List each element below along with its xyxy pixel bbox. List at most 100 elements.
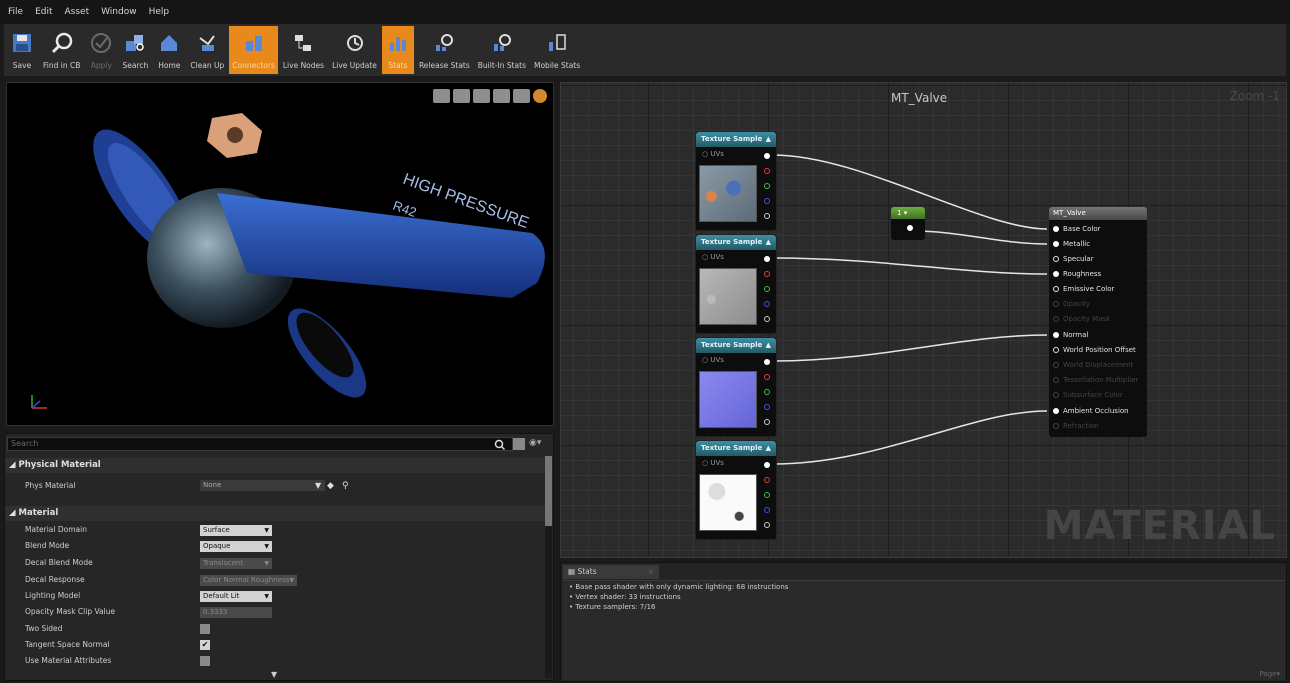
category-material[interactable]: ◢ Material: [5, 506, 545, 521]
a-output-pin[interactable]: [764, 213, 770, 219]
row-label: Decal Response: [25, 575, 85, 584]
input-specular[interactable]: Specular: [1053, 255, 1094, 263]
pin-icon: [1053, 392, 1059, 398]
lighting-model-select[interactable]: Default Lit: [200, 591, 272, 602]
a-output-pin[interactable]: [764, 522, 770, 528]
two-sided-checkbox[interactable]: [200, 624, 210, 634]
stats-tab[interactable]: ▦ Stats ×: [563, 565, 659, 579]
search-button[interactable]: Search: [119, 26, 151, 74]
preview-viewport[interactable]: HIGH PRESSURE R42: [6, 82, 554, 426]
g-output-pin[interactable]: [764, 389, 770, 395]
blend-mode-select[interactable]: Opaque: [200, 541, 272, 552]
cube-icon[interactable]: [493, 89, 510, 103]
input-emissive-color[interactable]: Emissive Color: [1053, 285, 1114, 293]
b-output-pin[interactable]: [764, 301, 770, 307]
texture-sample-node[interactable]: Texture Sample ○ UVs: [695, 131, 777, 231]
pin-icon: [1053, 271, 1059, 277]
clean-up-button[interactable]: Clean Up: [187, 26, 227, 74]
dropdown-arrow-icon[interactable]: ▼: [315, 475, 321, 497]
input-base-color[interactable]: Base Color: [1053, 225, 1101, 233]
row-two-sided: Two Sided: [5, 621, 545, 637]
scrollbar-thumb[interactable]: [545, 456, 552, 526]
view-options-icon[interactable]: [513, 438, 525, 450]
menu-file[interactable]: File: [8, 7, 23, 17]
uv-input-pin[interactable]: ○ UVs: [702, 150, 724, 158]
live-update-button[interactable]: Live Update: [329, 26, 380, 74]
material-output-node[interactable]: MT_Valve Base Color Metallic Specular Ro…: [1049, 207, 1147, 437]
rgb-output-pin[interactable]: [764, 153, 770, 159]
input-metallic[interactable]: Metallic: [1053, 240, 1090, 248]
material-domain-select[interactable]: Surface: [200, 525, 272, 536]
material-node-title: MT_Valve: [1049, 207, 1147, 220]
release-stats-button[interactable]: Release Stats: [416, 26, 473, 74]
uv-input-pin[interactable]: ○ UVs: [702, 253, 724, 261]
camera-icon[interactable]: [433, 89, 450, 103]
live-nodes-button[interactable]: Live Nodes: [280, 26, 327, 74]
tangent-space-normal-checkbox[interactable]: ✔: [200, 640, 210, 650]
rgb-output-pin[interactable]: [764, 462, 770, 468]
rgb-output-pin[interactable]: [764, 256, 770, 262]
a-output-pin[interactable]: [764, 316, 770, 322]
b-output-pin[interactable]: [764, 507, 770, 513]
category-physical-material[interactable]: ◢ Physical Material: [5, 458, 545, 473]
input-roughness[interactable]: Roughness: [1053, 270, 1101, 278]
use-selected-arrow-icon[interactable]: ◆: [327, 475, 334, 497]
rgb-output-pin[interactable]: [764, 359, 770, 365]
phys-material-picker[interactable]: None: [200, 480, 325, 491]
expand-advanced-icon[interactable]: ▼: [271, 670, 277, 679]
graph-title: MT_Valve: [891, 91, 948, 105]
g-output-pin[interactable]: [764, 492, 770, 498]
constant-output-pin[interactable]: [907, 225, 913, 231]
texture-sample-node[interactable]: Texture Sample ○ UVs: [695, 337, 777, 437]
built-in-stats-button[interactable]: Built-In Stats: [475, 26, 529, 74]
menu-window[interactable]: Window: [101, 7, 137, 17]
close-icon[interactable]: ×: [648, 565, 654, 579]
stats-button[interactable]: Stats: [381, 26, 414, 74]
uv-input-pin[interactable]: ○ UVs: [702, 459, 724, 467]
constant-node[interactable]: 1 ▾: [891, 207, 925, 240]
uv-input-pin[interactable]: ○ UVs: [702, 356, 724, 364]
sphere-icon[interactable]: [453, 89, 470, 103]
apply-button[interactable]: Apply: [85, 26, 117, 74]
a-output-pin[interactable]: [764, 419, 770, 425]
use-material-attributes-checkbox[interactable]: [200, 656, 210, 666]
input-ambient-occlusion[interactable]: Ambient Occlusion: [1053, 407, 1129, 415]
eye-icon[interactable]: ◉▾: [529, 438, 541, 448]
g-output-pin[interactable]: [764, 183, 770, 189]
find-in-cb-button[interactable]: Find in CB: [40, 26, 83, 74]
home-button[interactable]: Home: [153, 26, 185, 74]
input-label: Ambient Occlusion: [1063, 407, 1129, 415]
menu-edit[interactable]: Edit: [35, 7, 52, 17]
connectors-button[interactable]: Connectors: [229, 26, 278, 74]
g-output-pin[interactable]: [764, 286, 770, 292]
menu-bar: File Edit Asset Window Help: [0, 0, 1290, 24]
find-in-cb-icon: [49, 30, 75, 56]
texture-sample-node[interactable]: Texture Sample ○ UVs: [695, 440, 777, 540]
r-output-pin[interactable]: [764, 374, 770, 380]
pin-icon: [1053, 377, 1059, 383]
texture-sample-node[interactable]: Texture Sample ○ UVs: [695, 234, 777, 334]
input-refraction: Refraction: [1053, 422, 1099, 430]
input-subsurface-color: Subsurface Color: [1053, 391, 1123, 399]
input-world-position-offset[interactable]: World Position Offset: [1053, 346, 1136, 354]
r-output-pin[interactable]: [764, 271, 770, 277]
stats-pager[interactable]: Page▾: [1260, 670, 1280, 678]
plane-icon[interactable]: [473, 89, 490, 103]
mesh-icon[interactable]: [513, 89, 530, 103]
details-scrollbar[interactable]: [545, 456, 552, 678]
r-output-pin[interactable]: [764, 477, 770, 483]
uv-label: UVs: [710, 150, 724, 158]
browse-search-icon[interactable]: ⚲: [342, 475, 349, 497]
search-icon[interactable]: [494, 439, 505, 450]
input-normal[interactable]: Normal: [1053, 331, 1088, 339]
save-button[interactable]: Save: [6, 26, 38, 74]
r-output-pin[interactable]: [764, 168, 770, 174]
details-search-input[interactable]: Search: [7, 437, 513, 451]
material-graph[interactable]: MT_Valve Zoom -1 MATERIAL Texture Sample…: [560, 82, 1287, 558]
menu-asset[interactable]: Asset: [65, 7, 90, 17]
b-output-pin[interactable]: [764, 198, 770, 204]
mobile-stats-button[interactable]: Mobile Stats: [531, 26, 583, 74]
menu-help[interactable]: Help: [149, 7, 170, 17]
realtime-icon[interactable]: [533, 89, 547, 103]
b-output-pin[interactable]: [764, 404, 770, 410]
